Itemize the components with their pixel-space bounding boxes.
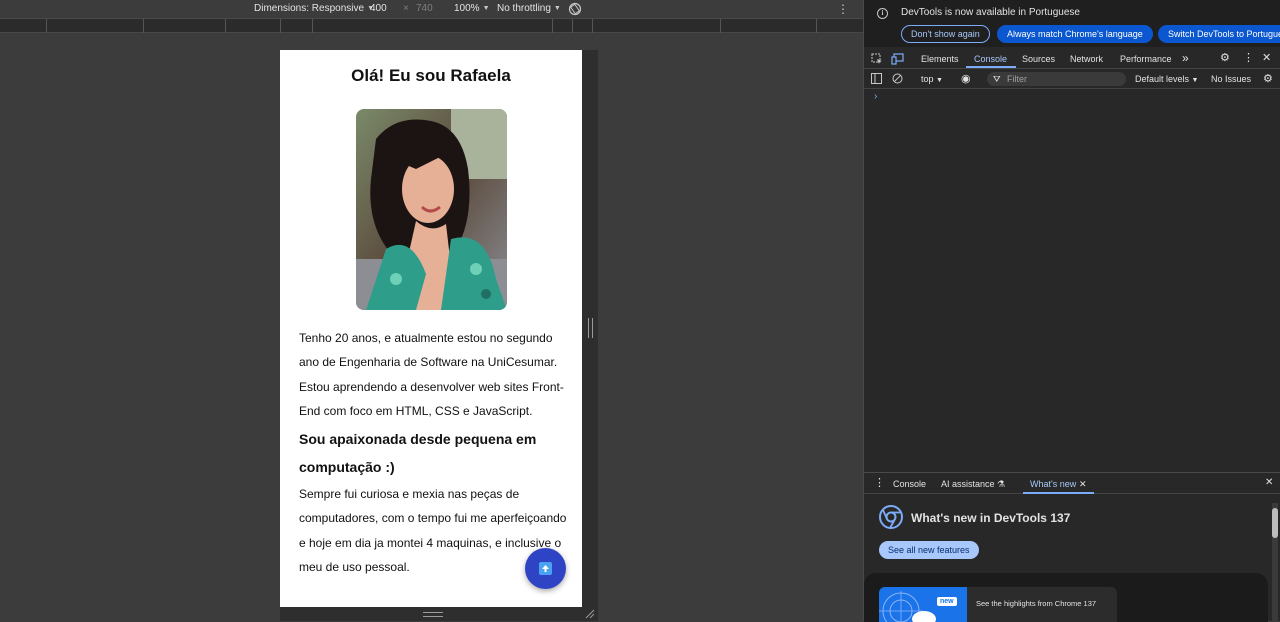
drawer-tab-bar: ⋮ Console AI assistance ⚗ What's new ✕ ✕	[864, 473, 1280, 494]
drawer-menu-icon[interactable]: ⋮	[874, 476, 885, 489]
close-drawer-icon[interactable]: ✕	[1265, 477, 1273, 488]
arrow-up-icon	[539, 562, 552, 575]
more-options-icon[interactable]: ⋮	[837, 2, 849, 16]
flask-icon: ⚗	[997, 479, 1006, 489]
ruler-segment[interactable]	[592, 19, 720, 33]
settings-icon[interactable]: ⚙	[1220, 51, 1230, 64]
filter-placeholder: Filter	[1007, 74, 1027, 84]
ruler-segment[interactable]	[552, 19, 572, 33]
issues-counter[interactable]: No Issues	[1211, 74, 1251, 84]
close-devtools-icon[interactable]: ✕	[1262, 51, 1271, 64]
throttling-dropdown[interactable]: No throttling ▼	[497, 3, 561, 14]
tab-console[interactable]: Console	[974, 54, 1007, 64]
eye-icon[interactable]: ◉	[961, 72, 971, 85]
device-toolbar: Dimensions: Responsive ▼ 400 × 740 100% …	[0, 0, 863, 19]
page-title: Olá! Eu sou Rafaela	[351, 66, 511, 85]
console-settings-icon[interactable]: ⚙	[1263, 72, 1273, 85]
highlight-card[interactable]: new See the highlights from Chrome 137	[879, 587, 1117, 622]
context-selector[interactable]: top ▼	[921, 74, 943, 84]
tab-sources[interactable]: Sources	[1022, 54, 1055, 64]
height-input[interactable]: 740	[416, 3, 433, 14]
log-levels-label: Default levels	[1135, 74, 1190, 84]
more-tabs-icon[interactable]: »	[1182, 51, 1189, 65]
device-viewport-area: Dimensions: Responsive ▼ 400 × 740 100% …	[0, 0, 863, 621]
chevron-down-icon: ▼	[936, 77, 943, 84]
context-label: top	[921, 74, 934, 84]
tab-performance[interactable]: Performance	[1120, 54, 1172, 64]
resize-handle-right[interactable]	[588, 318, 593, 338]
chevron-down-icon: ▼	[482, 5, 490, 12]
profile-photo	[356, 109, 507, 310]
resize-handle-bottom[interactable]	[423, 612, 443, 617]
switch-language-button[interactable]: Switch DevTools to Portuguese	[1158, 25, 1280, 43]
ruler-segment[interactable]	[816, 19, 863, 33]
chevron-down-icon: ▼	[1191, 77, 1199, 84]
sidebar-toggle-icon[interactable]	[871, 73, 882, 84]
device-toggle-icon[interactable]	[891, 53, 904, 65]
zoom-dropdown[interactable]: 100% ▼	[454, 3, 490, 14]
tab-elements[interactable]: Elements	[921, 54, 959, 64]
inspect-element-icon[interactable]	[871, 53, 883, 65]
drawer-scroll-thumb[interactable]	[1272, 508, 1278, 538]
ruler-segment[interactable]	[46, 19, 143, 33]
filter-input[interactable]: ⛛ Filter	[987, 72, 1126, 86]
see-all-features-button[interactable]: See all new features	[879, 541, 979, 559]
info-icon: i	[877, 8, 888, 19]
ruler-segment[interactable]	[280, 19, 312, 33]
throttling-label: No throttling	[497, 3, 551, 14]
log-levels-dropdown[interactable]: Default levels ▼	[1135, 74, 1198, 84]
whats-new-title: What's new in DevTools 137	[911, 511, 1071, 525]
console-prompt[interactable]: ›	[874, 91, 877, 102]
dont-show-again-button[interactable]: Don't show again	[901, 25, 990, 43]
dimensions-label: Dimensions: Responsive	[254, 3, 365, 14]
active-tab-indicator	[966, 66, 1016, 68]
chrome-logo-icon	[879, 505, 903, 529]
tab-network[interactable]: Network	[1070, 54, 1103, 64]
ruler-segment[interactable]	[720, 19, 816, 33]
clear-console-icon[interactable]	[892, 73, 903, 84]
highlights-area: new See the highlights from Chrome 137	[864, 573, 1268, 622]
chevron-down-icon: ▼	[553, 5, 561, 12]
zoom-label: 100%	[454, 3, 480, 14]
match-language-button[interactable]: Always match Chrome's language	[997, 25, 1153, 43]
more-options-icon[interactable]: ⋮	[1243, 51, 1254, 64]
drawer-tab-whats-new[interactable]: What's new	[1030, 479, 1076, 489]
emulated-page: Olá! Eu sou Rafaela Tenho 20 anos, e atu…	[280, 50, 582, 607]
card-thumbnail: new	[879, 587, 967, 622]
console-toolbar: top ▼ ◉ ⛛ Filter Default levels ▼ No Iss…	[864, 69, 1280, 89]
ruler-segment[interactable]	[312, 19, 552, 33]
dimensions-dropdown[interactable]: Dimensions: Responsive ▼	[254, 3, 374, 14]
scroll-to-top-button[interactable]	[525, 548, 566, 589]
devtools-panel: i DevTools is now available in Portugues…	[863, 0, 1280, 622]
close-tab-icon[interactable]: ✕	[1079, 479, 1087, 490]
ruler-segment[interactable]	[225, 19, 280, 33]
filter-icon: ⛛	[993, 74, 1001, 84]
rotate-icon[interactable]	[568, 2, 582, 16]
ruler-segment[interactable]	[572, 19, 592, 33]
drawer-tab-ai-assistance[interactable]: AI assistance	[941, 479, 995, 489]
devtools-drawer: ⋮ Console AI assistance ⚗ What's new ✕ ✕…	[864, 472, 1280, 622]
intro-paragraph: Tenho 20 anos, e atualmente estou no seg…	[299, 331, 564, 418]
ruler-segment[interactable]	[143, 19, 225, 33]
media-query-ruler[interactable]	[0, 19, 863, 33]
times-sign: ×	[403, 3, 409, 14]
infobar-message: DevTools is now available in Portuguese	[901, 7, 1080, 18]
section-heading: Sou apaixonada desde pequena em computaç…	[299, 431, 537, 476]
card-text: See the highlights from Chrome 137	[976, 599, 1097, 608]
width-input[interactable]: 400	[370, 3, 387, 14]
drawer-tab-console[interactable]: Console	[893, 479, 926, 489]
page-text: Tenho 20 anos, e atualmente estou no seg…	[299, 326, 567, 579]
new-badge: new	[937, 597, 957, 606]
resize-corner-icon[interactable]	[585, 609, 595, 619]
active-drawer-tab-indicator	[1023, 492, 1094, 494]
devtools-tab-bar: Elements Console Sources Network Perform…	[864, 48, 1280, 69]
language-infobar: i DevTools is now available in Portugues…	[864, 0, 1280, 47]
